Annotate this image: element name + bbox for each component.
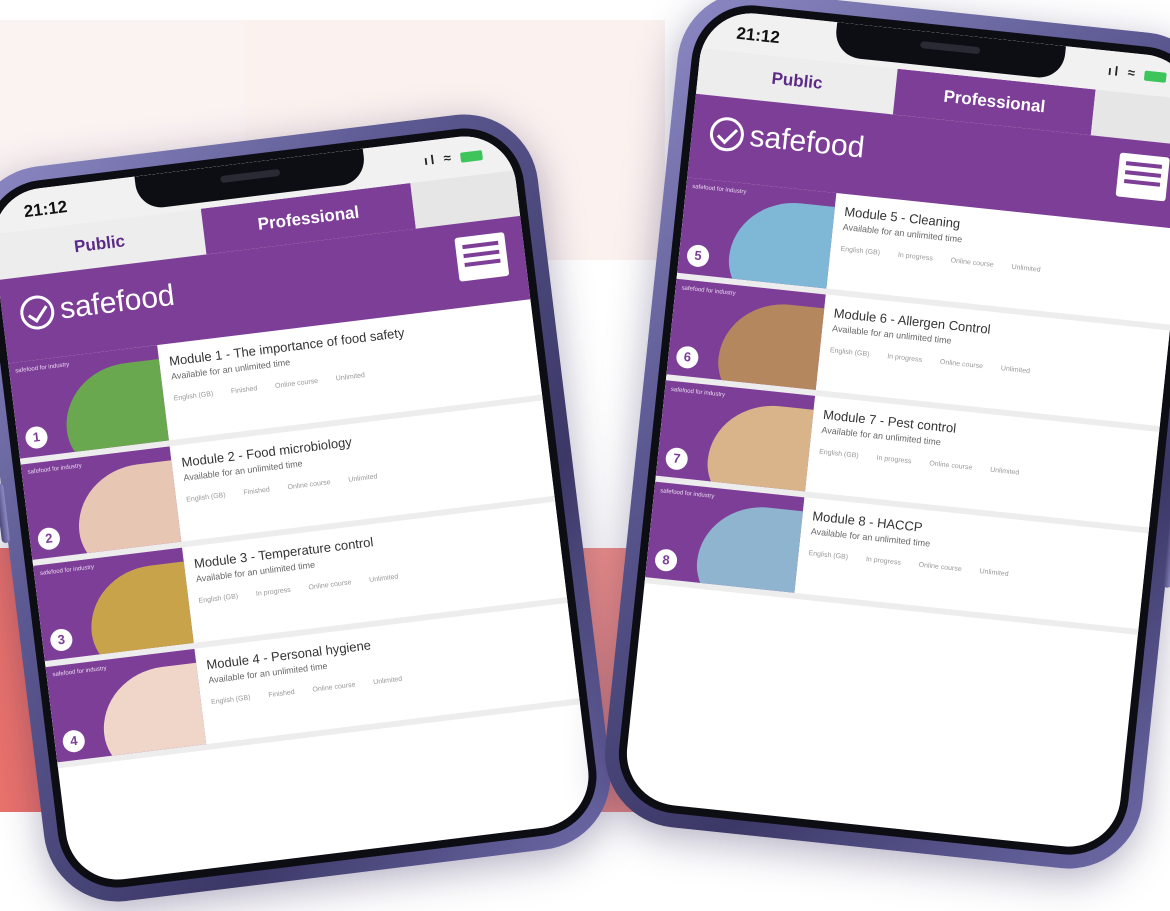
thumbnail-tag: safefood for industry	[52, 666, 107, 679]
hamburger-menu-icon[interactable]	[1116, 152, 1170, 201]
module-duration: Unlimited	[1000, 365, 1030, 375]
module-status: Finished	[243, 486, 270, 496]
module-type: Online course	[929, 460, 973, 471]
module-number-badge: 3	[49, 628, 74, 653]
module-type: Online course	[950, 257, 994, 268]
status-time: 21:12	[735, 24, 780, 48]
status-time: 21:12	[23, 197, 69, 222]
battery-icon	[1144, 70, 1167, 82]
module-duration: Unlimited	[336, 372, 366, 383]
module-image	[72, 458, 181, 560]
module-status: Finished	[268, 689, 295, 699]
module-image	[713, 298, 825, 390]
module-status: In progress	[876, 455, 912, 466]
module-status: Finished	[231, 385, 258, 395]
signal-wifi-icon: ıl ≈	[1107, 63, 1167, 84]
module-duration: Unlimited	[373, 676, 403, 687]
power-button	[1163, 468, 1170, 588]
module-number-badge: 2	[37, 526, 62, 551]
module-type: Online course	[275, 378, 319, 390]
module-number-badge: 7	[665, 447, 689, 471]
check-logo-icon	[18, 294, 56, 332]
thumbnail-tag: safefood for industry	[692, 184, 747, 196]
module-thumbnail: safefood for industry 5	[677, 177, 836, 288]
signal-wifi-icon: ıl ≈	[423, 146, 483, 168]
thumbnail-tag: safefood for industry	[27, 463, 82, 476]
module-duration: Unlimited	[1011, 264, 1041, 274]
module-thumbnail: safefood for industry 3	[33, 548, 194, 662]
module-type: Online course	[312, 681, 356, 693]
module-language: English (GB)	[808, 550, 848, 561]
module-type: Online course	[287, 479, 331, 491]
module-type: Online course	[308, 579, 352, 591]
module-list: safefood for industry1Module 1 - The imp…	[8, 299, 580, 768]
module-language: English (GB)	[186, 492, 226, 504]
thumbnail-tag: safefood for industry	[671, 387, 726, 399]
module-language: English (GB)	[840, 246, 880, 257]
module-type: Online course	[918, 562, 962, 573]
module-status: In progress	[887, 353, 923, 364]
module-thumbnail: safefood for industry 8	[645, 482, 804, 593]
module-image	[724, 196, 836, 288]
module-image	[97, 660, 206, 762]
module-status: In progress	[898, 252, 934, 263]
battery-icon	[460, 150, 483, 163]
module-image	[703, 399, 815, 491]
phone-screen: 21:12 ıl ≈ Public Professional safefood …	[622, 8, 1170, 851]
module-status: In progress	[256, 587, 292, 598]
safefood-logo[interactable]: safefood	[18, 279, 176, 332]
module-list: safefood for industry5Module 5 - Cleanin…	[645, 177, 1170, 635]
module-image	[84, 559, 193, 661]
module-thumbnail: safefood for industry 1	[8, 345, 169, 459]
phone-screen: 21:12 ıl ≈ Public Professional safefood …	[0, 131, 594, 886]
module-number-badge: 1	[24, 425, 49, 450]
safefood-logo[interactable]: safefood	[708, 116, 866, 166]
hamburger-menu-icon[interactable]	[454, 232, 509, 282]
module-number-badge: 5	[686, 244, 710, 268]
module-image	[692, 501, 804, 593]
thumbnail-tag: safefood for industry	[660, 488, 715, 500]
module-number-badge: 4	[62, 729, 87, 754]
module-language: English (GB)	[819, 449, 859, 460]
module-thumbnail: safefood for industry 4	[46, 649, 207, 763]
module-duration: Unlimited	[369, 573, 399, 584]
module-language: English (GB)	[198, 593, 238, 605]
speaker	[220, 169, 280, 183]
module-duration: Unlimited	[979, 568, 1009, 578]
module-number-badge: 6	[675, 345, 699, 369]
module-thumbnail: safefood for industry 2	[21, 446, 182, 560]
module-thumbnail: safefood for industry 6	[666, 279, 825, 390]
thumbnail-tag: safefood for industry	[681, 285, 736, 297]
module-language: English (GB)	[829, 347, 869, 358]
volume-button	[0, 483, 10, 544]
phone-right: 21:12 ıl ≈ Public Professional safefood …	[598, 0, 1170, 876]
module-image	[60, 357, 169, 459]
module-language: English (GB)	[173, 391, 213, 403]
module-number-badge: 8	[654, 548, 678, 572]
brand-name: safefood	[58, 279, 176, 327]
module-duration: Unlimited	[348, 473, 378, 484]
thumbnail-tag: safefood for industry	[40, 564, 95, 577]
module-language: English (GB)	[211, 694, 251, 706]
check-logo-icon	[708, 116, 745, 153]
module-thumbnail: safefood for industry 7	[656, 380, 815, 491]
thumbnail-tag: safefood for industry	[15, 362, 70, 375]
module-duration: Unlimited	[990, 467, 1020, 477]
module-status: In progress	[866, 556, 902, 567]
phone-left: 21:12 ıl ≈ Public Professional safefood …	[0, 106, 619, 910]
module-type: Online course	[940, 359, 984, 370]
brand-name: safefood	[748, 120, 866, 166]
speaker	[920, 41, 980, 54]
